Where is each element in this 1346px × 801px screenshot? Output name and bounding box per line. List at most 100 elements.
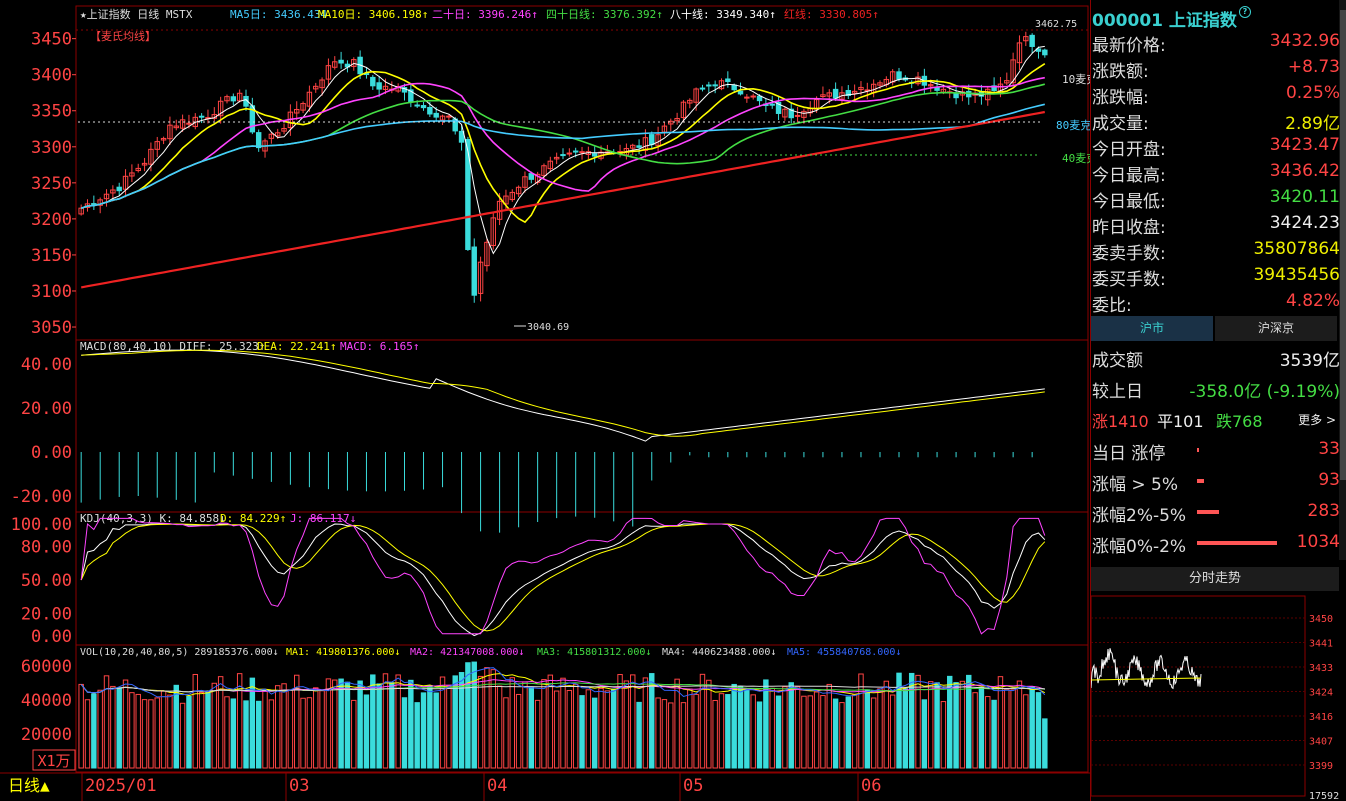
- price-tick: 3100: [31, 282, 72, 302]
- tab-all-markets[interactable]: 沪深京: [1215, 316, 1337, 341]
- low-marker: 3040.69: [527, 322, 569, 333]
- quote-row: 成交量: 2.89亿: [1092, 109, 1342, 135]
- stock-title[interactable]: 000001 上证指数?: [1092, 6, 1251, 31]
- candle-down: [636, 145, 642, 148]
- quote-label: 今日开盘:: [1092, 140, 1166, 160]
- date-tick: 03: [289, 776, 309, 796]
- volume-bar: [427, 685, 433, 769]
- candle-down: [433, 112, 439, 118]
- quote-label: 委比:: [1092, 296, 1132, 316]
- kdj-tick: 80.00: [21, 537, 72, 557]
- candle-down: [572, 150, 579, 153]
- volume-bar: [921, 699, 928, 769]
- quote-value: 0.25%: [1285, 83, 1340, 103]
- candle-up: [579, 151, 585, 154]
- intraday-chart[interactable]: 3450 3441 3433 3424 3416 3407 3399 17592: [1091, 592, 1346, 801]
- breadth-label: 涨幅2%-5%: [1092, 506, 1187, 526]
- volume-bar: [1035, 692, 1042, 769]
- side-label: 40麦克: [1062, 152, 1090, 165]
- volume-bar: [433, 692, 439, 769]
- scrollbar-thumb[interactable]: [1340, 10, 1346, 480]
- date-tick: 06: [861, 776, 881, 796]
- quote-row: 今日最高: 3436.42: [1092, 161, 1342, 187]
- kdj-tick: 20.00: [21, 605, 72, 625]
- quote-label: 成交量:: [1092, 114, 1149, 134]
- more-link[interactable]: 更多 >: [1298, 411, 1336, 428]
- quote-panel: 000001 上证指数? 最新价格: 3432.96 涨跌额: +8.73 涨跌幅: 0.…: [1090, 0, 1346, 801]
- breadth-bar: [1197, 541, 1277, 545]
- volume-bar: [338, 678, 344, 769]
- scrollbar[interactable]: [1339, 0, 1346, 560]
- quote-row: 涨跌幅: 0.25%: [1092, 83, 1342, 109]
- candle-up: [186, 122, 192, 125]
- quote-value: 2.89亿: [1285, 114, 1340, 134]
- volume-bar: [953, 682, 959, 769]
- volume-bar: [649, 673, 655, 769]
- price-tick: 3300: [31, 138, 72, 158]
- decline-count: 跌768: [1216, 412, 1263, 431]
- quote-row: 今日最低: 3420.11: [1092, 187, 1342, 213]
- intraday-tick: 3399: [1309, 761, 1333, 772]
- volume-bar: [788, 682, 794, 769]
- volume-bar: [864, 689, 871, 769]
- ma-legend: MA5日: 3436.434: [230, 8, 327, 21]
- chart-title: ★上证指数 日线 MSTX: [80, 7, 193, 21]
- volume-bar: [737, 686, 744, 769]
- candle-down: [712, 84, 718, 87]
- flat-count: 平101: [1157, 412, 1204, 431]
- volume-bar: [902, 688, 909, 769]
- breadth-value: 33: [1318, 439, 1340, 459]
- vol-tick: 20000: [21, 725, 72, 745]
- quote-value: 3436.42: [1269, 161, 1340, 181]
- candle-down: [528, 173, 535, 180]
- turnover-row: 成交额 3539亿: [1092, 351, 1340, 371]
- candle-down: [706, 84, 712, 87]
- breadth-row: 涨幅 > 5% 93: [1092, 470, 1342, 496]
- kdj-tick: 50.00: [21, 571, 72, 591]
- quote-row: 委比: 4.82%: [1092, 291, 1342, 317]
- vol-tick: 60000: [21, 657, 72, 677]
- quote-value: 3424.23: [1269, 213, 1340, 233]
- quote-value: 4.82%: [1285, 291, 1340, 311]
- candle-down: [1029, 34, 1035, 47]
- intraday-title[interactable]: 分时走势: [1091, 567, 1339, 591]
- volume-bar: [91, 693, 97, 769]
- macd-tick: 0.00: [31, 443, 72, 463]
- candle-down: [198, 115, 205, 118]
- tab-shanghai[interactable]: 沪市: [1091, 316, 1213, 341]
- ma-legend: 二十日: 3396.246↑: [432, 7, 538, 21]
- candle-up: [750, 95, 756, 98]
- intraday-footer: 17592: [1309, 791, 1339, 801]
- price-tick: 3400: [31, 66, 72, 86]
- volume-bar: [408, 679, 414, 769]
- candle-down: [832, 88, 839, 99]
- macd-value-label: MACD: 6.165↑: [340, 340, 419, 353]
- volume-bar: [186, 695, 192, 769]
- vol-title: VOL(10,20,40,80,5) 289185376.000↓: [80, 647, 279, 658]
- price-tick: 3050: [31, 318, 72, 338]
- intraday-frame: [1091, 595, 1306, 797]
- vol-ma4-label: MA4: 440623488.000↓: [662, 647, 776, 658]
- kline-chart[interactable]: 3450 3400 3350 3300 3250 3200 3150 3100 3050 ★上证指…: [0, 0, 1090, 801]
- candle-down: [896, 71, 902, 80]
- candle-down: [591, 153, 598, 157]
- candle-down: [427, 106, 433, 115]
- breadth-value: 93: [1318, 470, 1340, 490]
- volume-bar: [376, 683, 382, 769]
- vol-unit: X1万: [37, 752, 70, 770]
- price-tick: 3350: [31, 102, 72, 122]
- volume-bar: [775, 695, 782, 769]
- ma-legend: 红线: 3330.805↑: [784, 7, 879, 21]
- candle-down: [370, 76, 376, 87]
- quote-row: 昨日收盘: 3424.23: [1092, 213, 1342, 239]
- price-tick: 3150: [31, 246, 72, 266]
- candle-down: [725, 78, 731, 83]
- macd-tick: 20.00: [21, 399, 72, 419]
- price-tick: 3250: [31, 174, 72, 194]
- volume-bar: [363, 694, 370, 769]
- candle-down: [376, 82, 382, 90]
- candle-down: [649, 134, 655, 146]
- kdj-d-label: D: 84.229↑: [220, 512, 286, 525]
- info-icon[interactable]: ?: [1238, 6, 1251, 18]
- date-tick: 04: [487, 776, 507, 796]
